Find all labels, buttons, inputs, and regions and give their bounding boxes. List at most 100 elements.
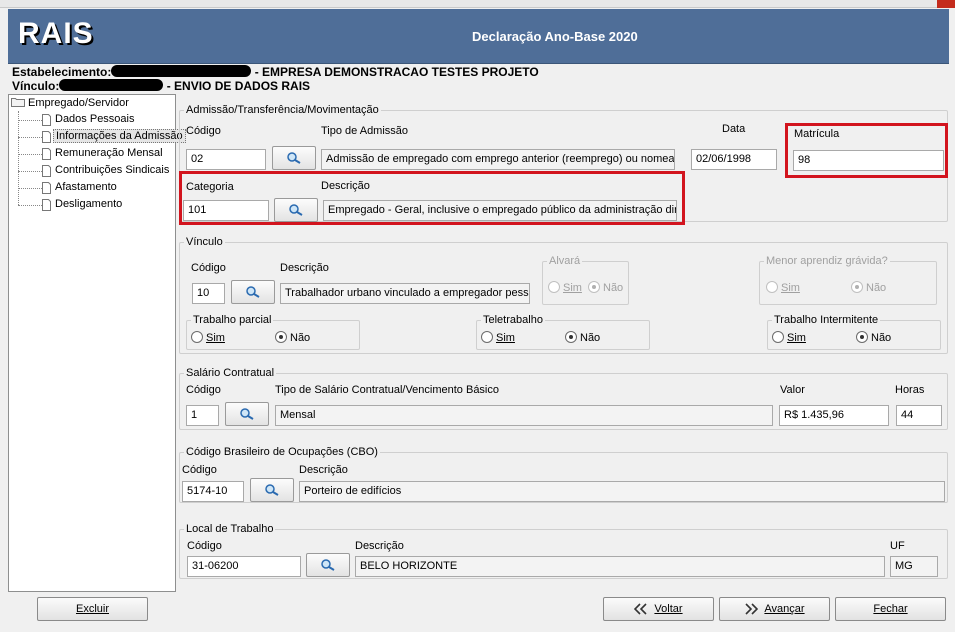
radio-label: Não (866, 282, 887, 294)
file-icon (42, 182, 51, 194)
admissao-codigo-input[interactable]: 02 (186, 149, 266, 170)
radio-label: Não (603, 282, 624, 294)
local-search-button[interactable] (306, 553, 350, 577)
cbo-search-button[interactable] (250, 478, 294, 502)
avancar-label: Avançar (764, 603, 805, 615)
uf-label: UF (890, 540, 905, 552)
alvara-sim-radio[interactable]: Sim (548, 281, 582, 294)
rais-logo: RAIS (18, 17, 94, 50)
admissao-legend: Admissão/Transferência/Movimentação (186, 104, 379, 116)
tree-connector (18, 120, 42, 121)
tree-connector (18, 188, 42, 189)
parcial-nao-radio[interactable]: Não (275, 331, 310, 344)
horas-label: Horas (895, 384, 925, 396)
tree-connector (18, 111, 19, 205)
avancar-button[interactable]: Avançar (719, 597, 830, 621)
file-icon (42, 148, 51, 160)
tree-connector (18, 205, 42, 206)
admissao-codigo-label: Código (186, 125, 221, 137)
vinculo-descricao-field: Trabalhador urbano vinculado a empregado… (280, 283, 530, 304)
radio-circle (766, 281, 778, 293)
tele-nao-radio[interactable]: Não (565, 331, 600, 344)
intermitente-sim-radio[interactable]: Sim (772, 331, 806, 344)
voltar-label: Voltar (654, 603, 683, 615)
tree-item-label: Dados Pessoais (55, 113, 135, 125)
teletrabalho-legend: Teletrabalho (483, 314, 543, 326)
local-descricao-field: BELO HORIZONTE (355, 556, 885, 577)
salario-codigo-label: Código (186, 384, 221, 396)
radio-label: Sim (496, 332, 515, 344)
title-bar (0, 0, 955, 8)
banner: RAIS Declaração Ano-Base 2020 (8, 9, 949, 64)
salario-legend: Salário Contratual (186, 367, 275, 379)
radio-circle (548, 281, 560, 293)
intermitente-nao-radio[interactable]: Não (856, 331, 891, 344)
tree-item-label: Contribuições Sindicais (55, 164, 170, 176)
radio-label: Sim (206, 332, 225, 344)
tree-root-empregado[interactable]: Empregado/Servidor (11, 97, 129, 109)
vinculo-descricao-label: Descrição (280, 262, 329, 274)
radio-circle (191, 331, 203, 343)
voltar-button[interactable]: Voltar (603, 597, 714, 621)
tree-root-label: Empregado/Servidor (28, 97, 129, 109)
fechar-label: Fechar (873, 603, 908, 615)
alvara-nao-radio[interactable]: Não (588, 281, 623, 294)
menor-aprendiz-legend: Menor aprendiz grávida? (766, 255, 888, 267)
cbo-descricao-field: Porteiro de edifícios (299, 481, 945, 502)
cbo-codigo-label: Código (182, 464, 217, 476)
navigation-tree: Empregado/Servidor Dados Pessoais Inform… (8, 94, 186, 592)
tree-connector (18, 171, 42, 172)
menor-nao-radio[interactable]: Não (851, 281, 886, 294)
forward-arrow-icon (745, 603, 759, 615)
vinculo-search-button[interactable] (231, 280, 275, 304)
radio-circle (481, 331, 493, 343)
menor-aprendiz-group: Menor aprendiz grávida? (759, 255, 937, 305)
vinculo-line: Vínculo: - ENVIO DE DADOS RAIS (12, 79, 310, 93)
radio-circle (588, 281, 600, 293)
tree-connector (18, 137, 42, 138)
excluir-button[interactable]: Excluir (37, 597, 148, 621)
admissao-search-button[interactable] (272, 146, 316, 170)
tipo-salario-label: Tipo de Salário Contratual/Vencimento Bá… (275, 384, 499, 396)
tele-sim-radio[interactable]: Sim (481, 331, 515, 344)
horas-input[interactable]: 44 (896, 405, 942, 426)
file-icon (42, 199, 51, 211)
close-window-button[interactable] (937, 0, 955, 8)
redaction-bar (59, 79, 164, 91)
file-icon (42, 165, 51, 177)
menor-sim-radio[interactable]: Sim (766, 281, 800, 294)
cbo-codigo-input[interactable]: 5174-10 (182, 481, 244, 502)
tipo-admissao-field: Admissão de empregado com emprego anteri… (321, 149, 675, 170)
magnifier-icon (240, 408, 254, 420)
data-label: Data (722, 123, 746, 135)
cbo-legend: Código Brasileiro de Ocupações (CBO) (186, 446, 378, 458)
data-admissao-input[interactable]: 02/06/1998 (691, 149, 777, 170)
alvara-legend: Alvará (549, 255, 581, 267)
radio-circle (856, 331, 868, 343)
local-codigo-label: Código (187, 540, 222, 552)
tipo-salario-field: Mensal (275, 405, 773, 426)
parcial-sim-radio[interactable]: Sim (191, 331, 225, 344)
valor-label: Valor (780, 384, 805, 396)
vinculo-name: - ENVIO DE DADOS RAIS (166, 79, 311, 93)
radio-label: Sim (787, 332, 806, 344)
vinculo-label: Vínculo: (12, 79, 60, 93)
tree-item-label: Desligamento (55, 198, 123, 210)
salario-codigo-input[interactable]: 1 (186, 405, 219, 426)
estabelecimento-label: Estabelecimento: (12, 65, 112, 79)
radio-circle (565, 331, 577, 343)
tree-connector (18, 154, 42, 155)
tree-item-label: Informações da Admissão (53, 129, 186, 143)
highlight-matricula (785, 123, 948, 178)
fechar-button[interactable]: Fechar (835, 597, 946, 621)
local-codigo-input[interactable]: 31-06200 (187, 556, 301, 577)
salario-search-button[interactable] (225, 402, 269, 426)
file-icon (42, 131, 51, 143)
radio-label: Sim (781, 282, 800, 294)
vinculo-legend: Vínculo (186, 236, 223, 248)
valor-input[interactable]: R$ 1.435,96 (779, 405, 889, 426)
vinculo-codigo-input[interactable]: 10 (192, 283, 225, 304)
vinculo-codigo-label: Código (191, 262, 226, 274)
banner-title: Declaração Ano-Base 2020 (472, 29, 638, 44)
trabalho-parcial-legend: Trabalho parcial (193, 314, 272, 326)
